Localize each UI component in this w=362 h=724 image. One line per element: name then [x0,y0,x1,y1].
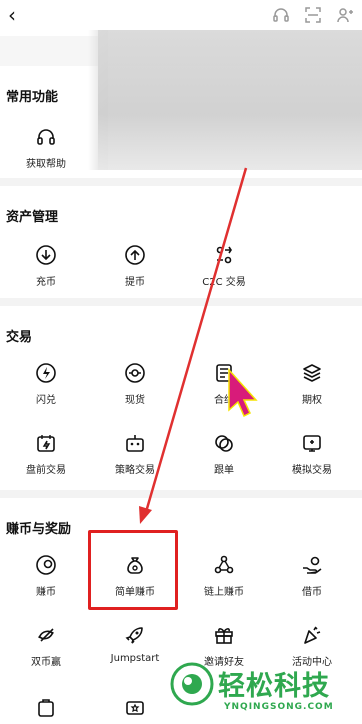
watermark: 轻松科技 YNQINGSONG.COM [168,660,358,720]
watermark-subtext: YNQINGSONG.COM [224,702,334,712]
watermark-text: 轻松科技 [218,671,330,702]
arrow-head-icon [139,506,152,524]
annotation-overlay [139,167,258,524]
watermark-logo-icon [170,662,214,706]
annotation-arrow-line [144,167,248,513]
cursor-icon [228,368,258,418]
